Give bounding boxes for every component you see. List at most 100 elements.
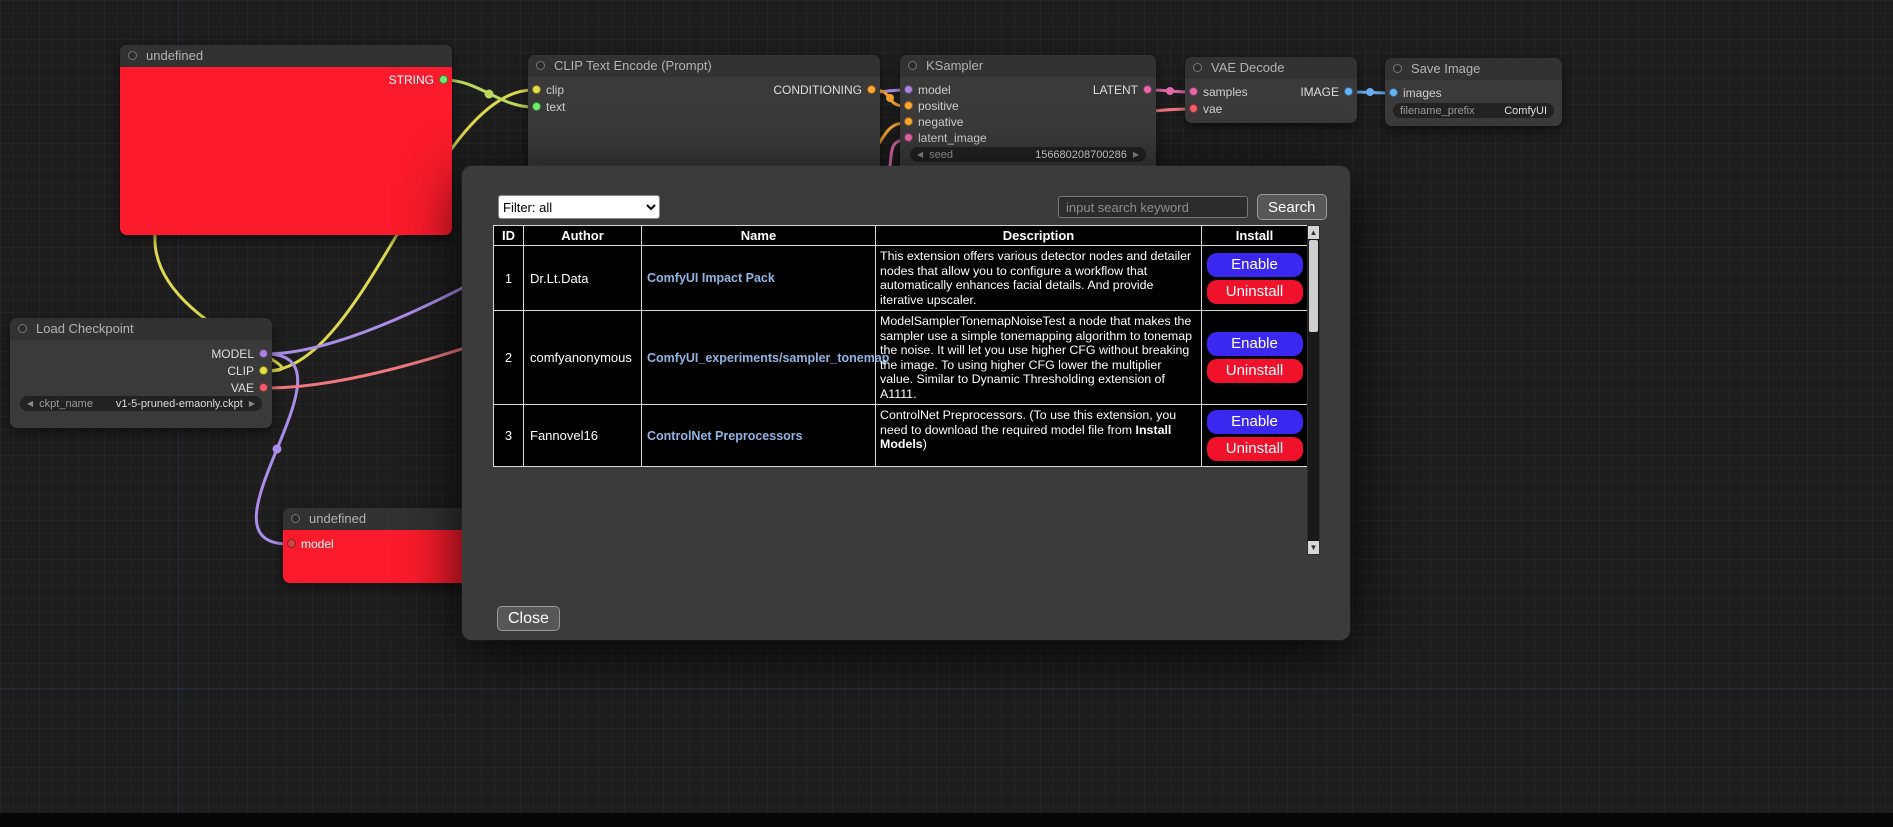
latent-image-input-dot[interactable] [904, 133, 913, 142]
ckpt-name-widget[interactable]: ◀ ckpt_name v1-5-pruned-emaonly.ckpt ▶ [20, 396, 262, 411]
clip-output-dot[interactable] [259, 366, 268, 375]
link-midpoint-dot [1166, 87, 1174, 95]
row-description: ModelSamplerTonemapNoiseTest a node that… [876, 311, 1202, 405]
collapse-dot-icon[interactable] [908, 61, 917, 70]
search-input[interactable] [1058, 196, 1248, 218]
node-title: CLIP Text Encode (Prompt) [554, 55, 712, 77]
node-ksampler[interactable]: KSampler model positive negative latent_… [900, 55, 1156, 173]
extension-link[interactable]: ComfyUI_experiments/sampler_tonemap [647, 351, 889, 365]
input-slot-images: images [1385, 85, 1562, 101]
negative-input-dot[interactable] [904, 117, 913, 126]
output-slot-vae: VAE [10, 380, 272, 396]
seed-widget[interactable]: ◀ seed 156680208700286 ▶ [910, 147, 1146, 162]
input-slot-latent-image: latent_image [900, 130, 1156, 146]
collapse-dot-icon[interactable] [1393, 64, 1402, 73]
manager-dialog: Filter: all Search ID Author Name Descri… [462, 166, 1350, 640]
model-output-dot[interactable] [259, 349, 268, 358]
node-vae-decode[interactable]: VAE Decode samples vae IMAGE [1185, 57, 1357, 123]
node-title: Save Image [1411, 58, 1480, 80]
input-slot-positive: positive [900, 98, 1156, 114]
table-scrollbar[interactable]: ▲ ▼ [1307, 225, 1320, 555]
uninstall-button[interactable]: Uninstall [1207, 359, 1303, 383]
string-output-dot[interactable] [439, 75, 448, 84]
scrollbar-thumb[interactable] [1309, 240, 1318, 332]
slot-label: LATENT [1093, 83, 1138, 97]
ckpt-previous-icon[interactable]: ◀ [27, 396, 33, 411]
slot-label: VAE [231, 381, 254, 395]
slot-label: positive [918, 99, 959, 113]
positive-input-dot[interactable] [904, 101, 913, 110]
node-load-checkpoint[interactable]: Load Checkpoint MODEL CLIP VAE ◀ ckpt_na… [10, 318, 272, 428]
filter-select[interactable]: Filter: all [498, 195, 660, 219]
node-header[interactable]: VAE Decode [1185, 57, 1357, 79]
row-id: 2 [494, 311, 524, 405]
slot-label: CONDITIONING [773, 83, 862, 97]
row-id: 1 [494, 246, 524, 311]
enable-button[interactable]: Enable [1207, 253, 1303, 277]
slot-label: IMAGE [1300, 85, 1339, 99]
uninstall-button[interactable]: Uninstall [1207, 437, 1303, 461]
input-slot-model: model [283, 536, 470, 552]
extensions-table: ID Author Name Description Install 1 Dr.… [493, 225, 1308, 467]
slot-label: vae [1203, 102, 1222, 116]
node-undefined-top[interactable]: undefined STRING [120, 45, 452, 235]
scroll-up-icon[interactable]: ▲ [1308, 226, 1319, 239]
row-author: Fannovel16 [524, 405, 642, 467]
vae-output-dot[interactable] [259, 383, 268, 392]
node-header[interactable]: KSampler [900, 55, 1156, 77]
link-midpoint-dot [1366, 88, 1374, 96]
collapse-dot-icon[interactable] [18, 324, 27, 333]
uninstall-button[interactable]: Uninstall [1207, 280, 1303, 304]
node-header[interactable]: CLIP Text Encode (Prompt) [528, 55, 880, 77]
output-slot-latent: LATENT [900, 82, 1156, 98]
collapse-dot-icon[interactable] [1193, 63, 1202, 72]
search-button[interactable]: Search [1257, 194, 1327, 220]
enable-button[interactable]: Enable [1207, 332, 1303, 356]
node-header[interactable]: undefined [120, 45, 452, 67]
enable-button[interactable]: Enable [1207, 410, 1303, 434]
link-midpoint-dot [273, 445, 282, 454]
ckpt-next-icon[interactable]: ▶ [249, 396, 255, 411]
slot-label: model [301, 537, 334, 551]
extension-link[interactable]: ComfyUI Impact Pack [647, 271, 775, 285]
seed-increment-icon[interactable]: ▶ [1133, 147, 1139, 162]
node-title: KSampler [926, 55, 983, 77]
node-graph-canvas[interactable]: undefined STRING CLIP Text Encode (Promp… [0, 0, 1893, 827]
collapse-dot-icon[interactable] [291, 514, 300, 523]
row-install-cell: Enable Uninstall [1202, 311, 1308, 405]
table-row: 1 Dr.Lt.Data ComfyUI Impact Pack This ex… [494, 246, 1308, 311]
node-title: undefined [309, 508, 366, 530]
description-text: ControlNet Preprocessors. (To use this e… [880, 408, 1176, 437]
images-input-dot[interactable] [1389, 88, 1398, 97]
ckpt-widget-label: ckpt_name [39, 398, 93, 410]
output-slot-conditioning: CONDITIONING [528, 82, 880, 98]
extension-link[interactable]: ControlNet Preprocessors [647, 429, 803, 443]
node-title: undefined [146, 45, 203, 67]
output-slot-model: MODEL [10, 346, 272, 362]
scroll-down-icon[interactable]: ▼ [1308, 541, 1319, 554]
column-header-install: Install [1202, 226, 1308, 246]
table-row: 3 Fannovel16 ControlNet Preprocessors Co… [494, 405, 1308, 467]
output-slot-clip: CLIP [10, 363, 272, 379]
node-header[interactable]: Save Image [1385, 58, 1562, 80]
node-header[interactable]: undefined [283, 508, 470, 530]
slot-label: text [546, 100, 565, 114]
row-install-cell: Enable Uninstall [1202, 246, 1308, 311]
conditioning-output-dot[interactable] [867, 85, 876, 94]
vae-input-dot[interactable] [1189, 104, 1198, 113]
collapse-dot-icon[interactable] [128, 51, 137, 60]
seed-decrement-icon[interactable]: ◀ [917, 147, 923, 162]
node-save-image[interactable]: Save Image images filename_prefix ComfyU… [1385, 58, 1562, 126]
column-header-author: Author [524, 226, 642, 246]
node-undefined-bottom[interactable]: undefined model [283, 508, 470, 583]
image-output-dot[interactable] [1344, 87, 1353, 96]
close-button[interactable]: Close [497, 606, 560, 631]
row-description: This extension offers various detector n… [876, 246, 1202, 311]
slot-label: MODEL [211, 347, 254, 361]
filename-prefix-widget[interactable]: filename_prefix ComfyUI [1393, 103, 1554, 118]
latent-output-dot[interactable] [1143, 85, 1152, 94]
model-input-dot[interactable] [287, 539, 296, 548]
node-header[interactable]: Load Checkpoint [10, 318, 272, 340]
text-input-dot[interactable] [532, 102, 541, 111]
collapse-dot-icon[interactable] [536, 61, 545, 70]
